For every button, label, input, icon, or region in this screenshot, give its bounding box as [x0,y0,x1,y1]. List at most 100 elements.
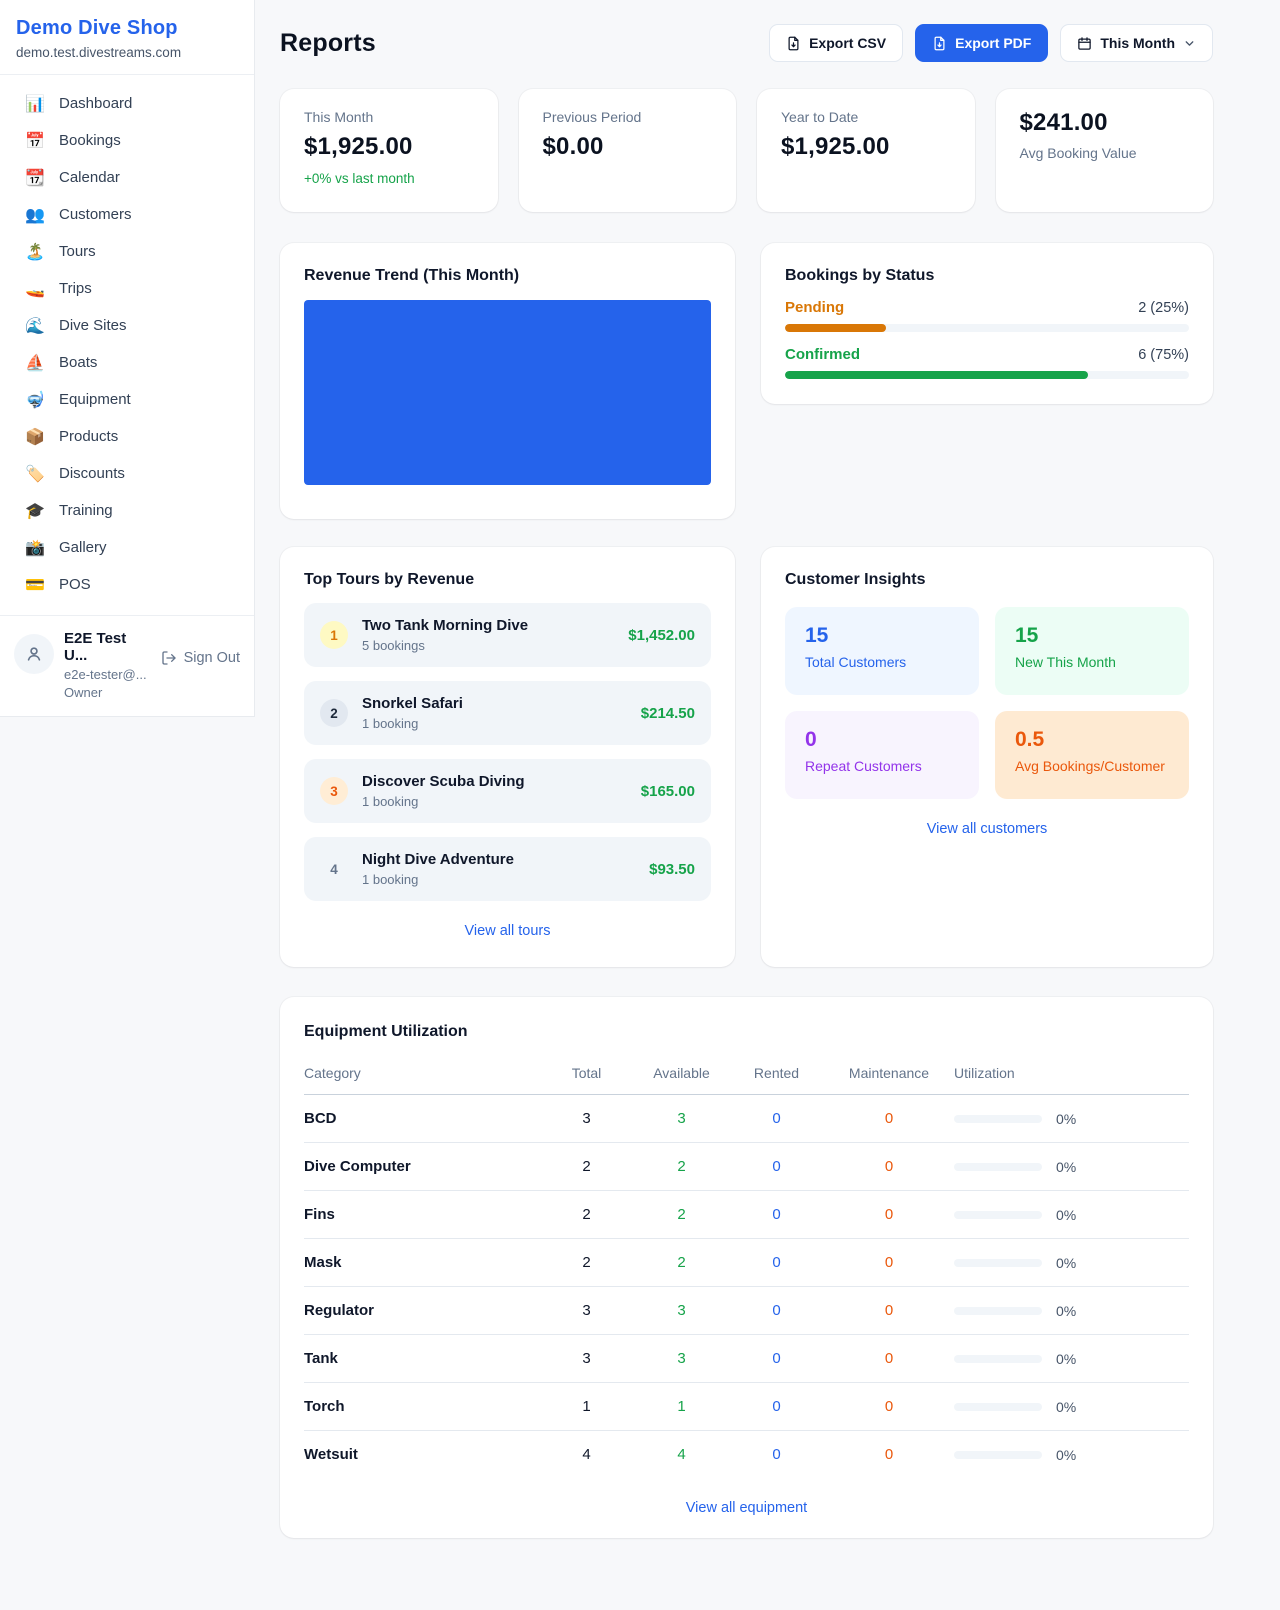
view-all-customers-link[interactable]: View all customers [785,821,1189,837]
table-header-row: Category Total Available Rented Maintena… [304,1059,1189,1095]
cell-available: 3 [634,1287,729,1335]
sidebar-item-training[interactable]: 🎓Training [8,492,246,529]
table-row: Torch 1 1 0 0 0% [304,1383,1189,1431]
main-content: Reports Export CSV Export PDF This Month [255,0,1280,1570]
tour-name: Discover Scuba Diving [362,773,627,790]
sign-out-button[interactable]: Sign Out [161,650,240,666]
tile-avg-bookings: 0.5 Avg Bookings/Customer [995,711,1189,799]
tour-name: Snorkel Safari [362,695,627,712]
sidebar-item-equipment[interactable]: 🤿Equipment [8,381,246,418]
tile-value: 0.5 [1015,728,1169,752]
revenue-trend-chart [304,300,711,485]
tile-value: 15 [805,624,959,648]
cell-maintenance: 0 [824,1239,954,1287]
stat-value: $1,925.00 [781,133,951,161]
sidebar-item-label: Boats [59,354,97,371]
stat-value: $1,925.00 [304,133,474,161]
sidebar-item-boats[interactable]: ⛵Boats [8,344,246,381]
utilization-bar [954,1259,1042,1267]
cell-total: 2 [539,1191,634,1239]
column-header-rented: Rented [729,1059,824,1095]
cell-utilization: 0% [954,1143,1189,1191]
cell-total: 2 [539,1143,634,1191]
tour-name: Night Dive Adventure [362,851,635,868]
utilization-bar [954,1355,1042,1363]
sidebar-item-trips[interactable]: 🚤Trips [8,270,246,307]
sidebar-item-gallery[interactable]: 📸Gallery [8,529,246,566]
progress-track [785,371,1189,379]
sidebar-item-label: Training [59,502,113,519]
sidebar-item-products[interactable]: 📦Products [8,418,246,455]
sidebar-item-label: Dashboard [59,95,132,112]
cell-available: 2 [634,1239,729,1287]
sidebar-item-dashboard[interactable]: 📊 Dashboard [8,85,246,122]
sidebar-item-calendar[interactable]: 📆Calendar [8,159,246,196]
utilization-text: 0% [1056,1351,1076,1367]
tour-name: Two Tank Morning Dive [362,617,614,634]
bookings-by-status-title: Bookings by Status [785,267,1189,285]
cell-available: 3 [634,1335,729,1383]
view-all-tours-link[interactable]: View all tours [304,923,711,939]
cell-category: Regulator [304,1287,539,1335]
wave-icon: 🌊 [24,318,46,334]
export-pdf-button[interactable]: Export PDF [915,24,1048,62]
tour-revenue: $1,452.00 [628,627,695,644]
rank-badge: 1 [320,621,348,649]
sidebar-item-label: Calendar [59,169,120,186]
table-row: Regulator 3 3 0 0 0% [304,1287,1189,1335]
tile-new-this-month: 15 New This Month [995,607,1189,695]
utilization-text: 0% [1056,1399,1076,1415]
column-header-maintenance: Maintenance [824,1059,954,1095]
sidebar-item-label: Bookings [59,132,121,149]
cell-maintenance: 0 [824,1095,954,1143]
tile-value: 15 [1015,624,1169,648]
cell-maintenance: 0 [824,1287,954,1335]
sidebar-item-pos[interactable]: 💳POS [8,566,246,603]
cell-available: 4 [634,1431,729,1479]
sidebar-item-tours[interactable]: 🏝️Tours [8,233,246,270]
user-name: E2E Test U... [64,630,151,664]
cell-category: Mask [304,1239,539,1287]
utilization-text: 0% [1056,1255,1076,1271]
export-csv-button[interactable]: Export CSV [769,24,903,62]
tour-info: Snorkel Safari 1 booking [362,695,627,731]
utilization-bar [954,1115,1042,1123]
cell-utilization: 0% [954,1335,1189,1383]
status-row-pending: Pending 2 (25%) [785,299,1189,332]
sidebar-item-label: Equipment [59,391,131,408]
view-all-equipment-link[interactable]: View all equipment [304,1500,1189,1516]
tour-bookings: 1 booking [362,794,627,809]
sidebar-item-dive-sites[interactable]: 🌊Dive Sites [8,307,246,344]
stat-value: $0.00 [543,133,713,161]
sidebar: Demo Dive Shop demo.test.divestreams.com… [0,0,255,717]
utilization-bar [954,1211,1042,1219]
cell-maintenance: 0 [824,1383,954,1431]
tour-row: 2 Snorkel Safari 1 booking $214.50 [304,681,711,745]
sidebar-item-discounts[interactable]: 🏷️Discounts [8,455,246,492]
stat-value: $241.00 [1020,109,1190,137]
period-select[interactable]: This Month [1060,24,1213,62]
sidebar-nav: 📊 Dashboard 📅Bookings 📆Calendar 👥Customer… [0,75,254,615]
cell-rented: 0 [729,1191,824,1239]
cell-rented: 0 [729,1143,824,1191]
table-row: Dive Computer 2 2 0 0 0% [304,1143,1189,1191]
sidebar-item-customers[interactable]: 👥Customers [8,196,246,233]
file-download-icon [786,36,801,51]
stat-delta: +0% vs last month [304,171,474,186]
cell-maintenance: 0 [824,1431,954,1479]
cell-available: 1 [634,1383,729,1431]
dashboard-icon: 📊 [24,96,46,112]
sidebar-item-bookings[interactable]: 📅Bookings [8,122,246,159]
stat-card-avg-booking-value: $241.00 Avg Booking Value [996,89,1214,212]
cell-rented: 0 [729,1239,824,1287]
cell-rented: 0 [729,1287,824,1335]
stat-label: This Month [304,109,474,125]
rank-badge: 2 [320,699,348,727]
cell-utilization: 0% [954,1287,1189,1335]
camera-icon: 📸 [24,540,46,556]
cell-available: 3 [634,1095,729,1143]
tour-bookings: 1 booking [362,716,627,731]
cell-available: 2 [634,1143,729,1191]
stat-card-this-month: This Month $1,925.00 +0% vs last month [280,89,498,212]
stat-label: Avg Booking Value [1020,145,1190,161]
